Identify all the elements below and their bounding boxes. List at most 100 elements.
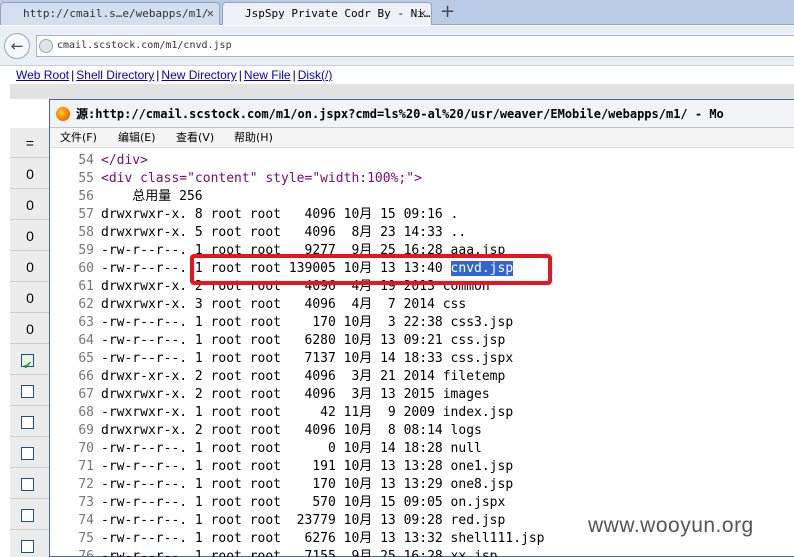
row-cell: [10, 532, 50, 557]
line-content: -rw-r--r--. 1 root root 170 10月 13 13:29…: [101, 477, 514, 492]
firefox-icon: [56, 107, 70, 121]
new-file-link[interactable]: New File: [244, 68, 291, 82]
tab-title: http://cmail.s…e/webapps/m1/: [23, 7, 209, 20]
line-text: -rw-r--r--. 1 root root 6280 10月 13 09:2…: [101, 332, 505, 350]
menu-view[interactable]: 查看(V): [176, 128, 214, 148]
row-checkbox[interactable]: [21, 478, 34, 491]
line-text: -rw-r--r--. 1 root root 7155 9月 25 16:28…: [101, 548, 498, 557]
line-text: -rw-r--r--. 1 root root 170 10月 3 22:38 …: [101, 314, 513, 332]
line-content: </div>: [101, 153, 148, 168]
line-number: 67: [78, 387, 94, 402]
line-number: 54: [78, 153, 94, 168]
line-content: drwxrwxr-x. 5 root root 4096 8月 23 14:33…: [101, 225, 467, 240]
line-number: 64: [78, 333, 94, 348]
line-number: 69: [78, 423, 94, 438]
line-text: -rw-r--r--. 1 root root 6276 10月 13 13:3…: [101, 530, 544, 548]
close-icon[interactable]: ✕: [207, 3, 214, 24]
row-cell: 0: [10, 160, 50, 189]
row-cell: [10, 501, 50, 530]
new-tab-plus-icon[interactable]: +: [440, 1, 455, 23]
line-content: -rwxrwxr-x. 1 root root 42 11月 9 2009 in…: [101, 405, 514, 420]
menu-file[interactable]: 文件(F): [60, 128, 97, 148]
source-title-bar[interactable]: 源:http://cmail.scstock.com/m1/on.jspx?cm…: [50, 100, 794, 128]
line-content: -rw-r--r--. 1 root root 23779 10月 13 09:…: [101, 513, 506, 528]
selected-filename: cnvd.jsp: [450, 261, 514, 276]
line-content: -rw-r--r--. 1 root root 170 10月 3 22:38 …: [101, 315, 514, 330]
source-code-area[interactable]: 54 </div> 55 <div class="content" style="wi…: [50, 149, 794, 557]
tab-jspspy[interactable]: JspSpy Private Codr By - Ni… ✕: [222, 2, 432, 25]
link-separator: |: [238, 68, 242, 82]
line-text: 总用量 256: [101, 188, 202, 206]
row-cell: [10, 408, 50, 437]
web-root-link[interactable]: Web Root: [16, 68, 69, 82]
line-number: 60: [78, 261, 94, 276]
row-checkbox[interactable]: [21, 416, 34, 429]
tab-bar: http://cmail.s…e/webapps/m1/ ✕ JspSpy Pr…: [0, 0, 794, 25]
line-content: drwxrwxr-x. 2 root root 4096 4月 19 2013 …: [101, 279, 490, 294]
row-cell: 0: [10, 284, 50, 313]
row-checkbox[interactable]: [21, 352, 34, 381]
row-cell: =: [10, 129, 50, 158]
menu-help[interactable]: 帮助(H): [234, 128, 273, 148]
line-content: drwxrwxr-x. 2 root root 4096 3月 13 2015 …: [101, 387, 490, 402]
line-number: 75: [78, 531, 94, 546]
line-text: drwxrwxr-x. 2 root root 4096 4月 19 2013 …: [101, 278, 490, 296]
view-source-window: 源:http://cmail.scstock.com/m1/on.jspx?cm…: [49, 99, 794, 557]
line-number: 73: [78, 495, 94, 510]
back-arrow-icon: ←: [10, 37, 24, 55]
row-checkbox[interactable]: [21, 509, 34, 522]
globe-icon: [39, 39, 53, 53]
row-checkbox[interactable]: [21, 385, 34, 398]
line-text: -rw-r--r--. 1 root root 0 10月 14 18:28 n…: [101, 440, 482, 458]
line-number: 74: [78, 513, 94, 528]
line-text: -rw-r--r--. 1 root root 191 10月 13 13:28…: [101, 458, 513, 476]
line-number: 58: [78, 225, 94, 240]
row-checkbox[interactable]: [21, 447, 34, 460]
menu-edit[interactable]: 编辑(E): [118, 128, 156, 148]
line-content: -rw-r--r--. 1 root root 7137 10月 14 18:3…: [101, 351, 514, 366]
line-number: 65: [78, 351, 94, 366]
line-text: drwxrwxr-x. 5 root root 4096 8月 23 14:33…: [101, 224, 466, 242]
line-number: 62: [78, 297, 94, 312]
source-menu-bar: 文件(F) 编辑(E) 查看(V) 帮助(H): [50, 128, 794, 148]
line-content: -rw-r--r--. 1 root root 6280 10月 13 09:2…: [101, 333, 506, 348]
close-icon[interactable]: ✕: [419, 3, 426, 24]
row-cell: [10, 470, 50, 499]
line-content: drwxr-xr-x. 2 root root 4096 3月 21 2014 …: [101, 369, 506, 384]
tab-title: JspSpy Private Codr By - Ni…: [245, 7, 431, 20]
line-text: drwxrwxr-x. 8 root root 4096 10月 15 09:1…: [101, 206, 458, 224]
disk-link[interactable]: Disk(/): [298, 68, 333, 82]
back-button[interactable]: ←: [4, 33, 30, 59]
address-bar[interactable]: cmail.scstock.com/m1/cnvd.jsp: [36, 35, 794, 57]
line-number: 71: [78, 459, 94, 474]
line-text: -rw-r--r--. 1 root root 570 10月 15 09:05…: [101, 494, 505, 512]
line-content: -rw-r--r--. 1 root root 139005 10月 13 13…: [101, 261, 451, 276]
line-text: <div class="content" style="width:100%;"…: [101, 170, 422, 188]
address-url[interactable]: cmail.scstock.com/m1/cnvd.jsp: [57, 36, 232, 56]
source-title-url: http://cmail.scstock.com/m1/on.jspx?cmd=…: [95, 107, 724, 121]
row-cell: 0: [10, 315, 50, 344]
line-text: -rw-r--r--. 1 root root 9277 9月 25 16:28…: [101, 242, 505, 260]
line-text: -rw-r--r--. 1 root root 7137 10月 14 18:3…: [101, 350, 513, 368]
row-cell: [10, 377, 50, 406]
line-text: drwxrwxr-x. 2 root root 4096 10月 8 08:14…: [101, 422, 482, 440]
line-number: 63: [78, 315, 94, 330]
line-number: 57: [78, 207, 94, 222]
line-content: -rw-r--r--. 1 root root 7155 9月 25 16:28…: [101, 549, 498, 557]
line-text: -rw-r--r--. 1 root root 23779 10月 13 09:…: [101, 512, 505, 530]
row-cell: [10, 346, 50, 381]
line-content: -rw-r--r--. 1 root root 6276 10月 13 13:3…: [101, 531, 545, 546]
shell-directory-link[interactable]: Shell Directory: [76, 68, 154, 82]
line-number: 56: [78, 189, 94, 204]
line-content: <div class="content" style="width:100%;"…: [101, 171, 422, 186]
row-checkbox[interactable]: [21, 540, 34, 553]
line-number: 72: [78, 477, 94, 492]
header-band: [10, 84, 794, 99]
line-content: -rw-r--r--. 1 root root 191 10月 13 13:28…: [101, 459, 514, 474]
new-directory-link[interactable]: New Directory: [161, 68, 236, 82]
line-text: drwxrwxr-x. 3 root root 4096 4月 7 2014 c…: [101, 296, 466, 314]
line-text: drwxr-xr-x. 2 root root 4096 3月 21 2014 …: [101, 368, 505, 386]
source-title-prefix: 源:: [76, 107, 96, 121]
row-cell: 0: [10, 253, 50, 282]
tab-webapps[interactable]: http://cmail.s…e/webapps/m1/ ✕: [0, 2, 220, 25]
